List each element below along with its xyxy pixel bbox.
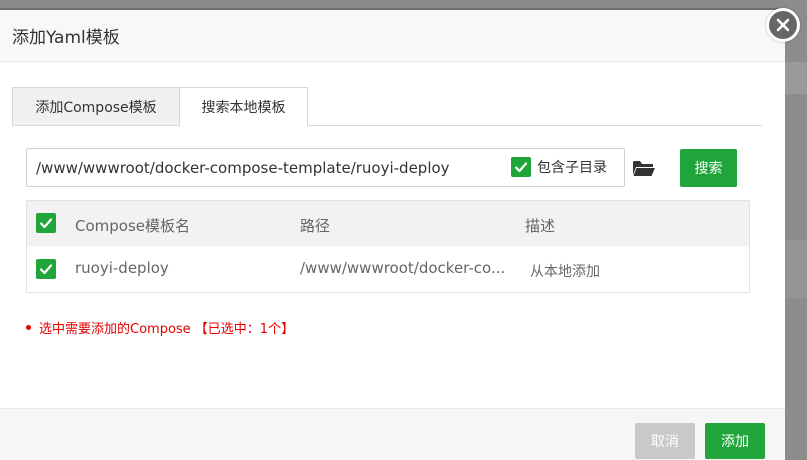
close-icon — [776, 18, 790, 32]
selection-note-text: 选中需要添加的Compose 【已选中：1个】 — [39, 322, 295, 337]
tab-label: 搜索本地模板 — [201, 100, 286, 116]
row-desc: 从本地添加 — [530, 264, 600, 280]
tab-bar: 添加Compose模板 搜索本地模板 — [12, 87, 762, 127]
select-all-checkbox[interactable] — [36, 213, 56, 233]
table-row[interactable]: ruoyi-deploy /www/wwwroot/docker-co... 从… — [27, 246, 749, 292]
template-table: Compose模板名 路径 描述 ruoyi-deploy /www/wwwro… — [26, 200, 750, 293]
checkmark-icon — [514, 162, 528, 173]
row-checkbox[interactable] — [36, 259, 56, 279]
table-header: Compose模板名 路径 描述 — [27, 201, 749, 246]
tab-search-local[interactable]: 搜索本地模板 — [179, 87, 308, 127]
bullet-dot — [26, 325, 31, 330]
backdrop-top — [0, 0, 807, 8]
add-button[interactable]: 添加 — [705, 423, 765, 459]
checkmark-icon — [39, 218, 53, 229]
checkbox-checked[interactable] — [511, 157, 531, 177]
selection-note: 选中需要添加的Compose 【已选中：1个】 — [26, 318, 294, 337]
close-button[interactable] — [766, 8, 800, 42]
cancel-button[interactable]: 取消 — [635, 423, 695, 459]
column-header-path: 路径 — [300, 217, 331, 235]
column-header-name: Compose模板名 — [75, 217, 191, 235]
page-root: 添加Yaml模板 添加Compose模板 搜索本地模板 /www/wwwroot… — [0, 0, 807, 460]
row-path: /www/wwwroot/docker-co... — [300, 259, 506, 277]
backdrop-band — [785, 240, 807, 298]
include-subdir-label: 包含子目录 — [537, 160, 607, 176]
path-input-value: /www/wwwroot/docker-compose-template/ruo… — [36, 159, 450, 177]
dialog-footer: 取消 添加 — [0, 408, 785, 460]
column-header-desc: 描述 — [525, 217, 556, 235]
row-name: ruoyi-deploy — [75, 259, 169, 277]
tab-add-compose[interactable]: 添加Compose模板 — [12, 87, 179, 126]
dialog-header: 添加Yaml模板 — [0, 10, 785, 62]
backdrop-band — [785, 62, 807, 94]
folder-open-icon — [633, 161, 655, 176]
tab-label: 添加Compose模板 — [35, 99, 157, 116]
search-button[interactable]: 搜索 — [680, 149, 737, 187]
dialog-title: 添加Yaml模板 — [12, 28, 120, 48]
include-subdir-checkbox[interactable]: 包含子目录 — [511, 157, 607, 177]
backdrop-right — [785, 0, 807, 460]
path-input[interactable]: /www/wwwroot/docker-compose-template/ruo… — [26, 148, 625, 187]
browse-folder-button[interactable] — [632, 158, 656, 178]
checkmark-icon — [39, 264, 53, 275]
